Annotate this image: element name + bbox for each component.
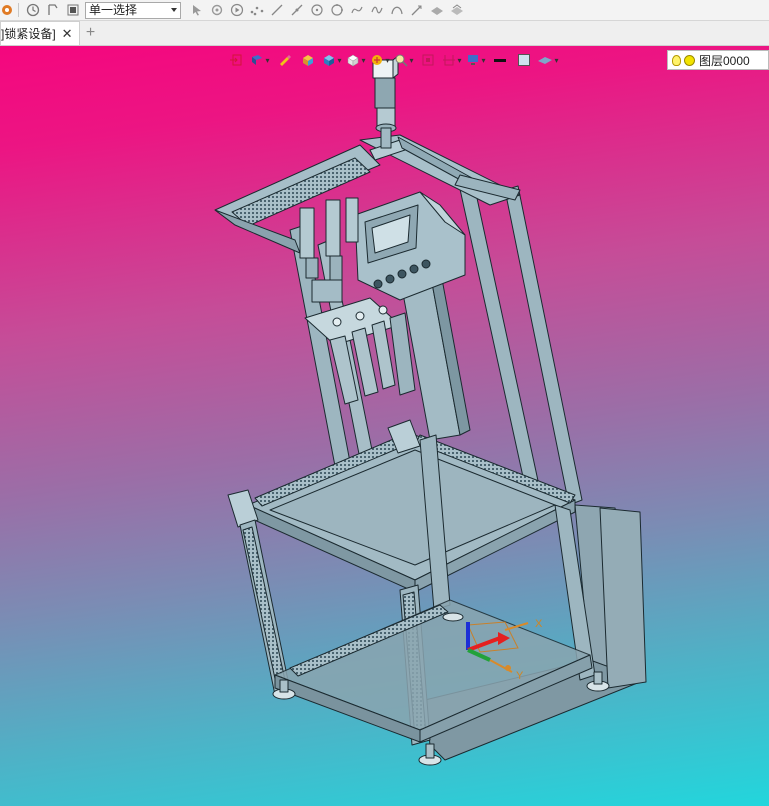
- circle-icon[interactable]: [327, 1, 347, 19]
- selection-mode-select[interactable]: 单一选择: [85, 1, 181, 19]
- app-icon[interactable]: [0, 1, 14, 19]
- main-toolbar: 单一选择: [0, 0, 769, 21]
- exit-icon[interactable]: [224, 51, 248, 69]
- view-toolbar: ▾ ▾ ▾ ▾ ▾ ▾ ▾ ▾: [224, 50, 560, 70]
- layer-sun-icon[interactable]: [684, 54, 695, 66]
- fill-color-icon[interactable]: [512, 51, 536, 69]
- view-orient-icon[interactable]: ▾: [248, 51, 272, 69]
- add-tab-button[interactable]: +: [80, 21, 102, 45]
- spline-icon[interactable]: [347, 1, 367, 19]
- layer-selector[interactable]: 图层0000: [667, 50, 769, 70]
- sun-filter-icon[interactable]: ▾: [368, 51, 392, 69]
- play-icon[interactable]: [227, 1, 247, 19]
- points-icon[interactable]: [247, 1, 267, 19]
- machine-model[interactable]: X Y: [0, 46, 769, 806]
- section-icon[interactable]: ▾: [440, 51, 464, 69]
- cube-white-icon[interactable]: ▾: [344, 51, 368, 69]
- pick-icon[interactable]: [207, 1, 227, 19]
- history-icon[interactable]: [23, 1, 43, 19]
- arc-icon[interactable]: [387, 1, 407, 19]
- document-tabbar: ]锁紧设备] ✕ +: [0, 21, 769, 46]
- surface-icon[interactable]: [427, 1, 447, 19]
- layer-name: 图层0000: [699, 53, 750, 68]
- stop-icon[interactable]: [63, 1, 83, 19]
- plane-icon[interactable]: ▾: [536, 51, 560, 69]
- toolbar-separator: [18, 3, 19, 17]
- selection-mode-value: 单一选择: [89, 2, 138, 17]
- cube-blue-icon[interactable]: ▾: [320, 51, 344, 69]
- surface-edit-icon[interactable]: [447, 1, 467, 19]
- arrow-line-icon[interactable]: [407, 1, 427, 19]
- curve-icon[interactable]: [367, 1, 387, 19]
- pointer-icon[interactable]: [187, 1, 207, 19]
- triad-x-label: X: [535, 618, 543, 630]
- pencil-icon[interactable]: [272, 51, 296, 69]
- 3d-viewport[interactable]: X Y ▾ ▾ ▾ ▾ ▾ ▾ ▾ ▾ 图层0000: [0, 46, 769, 806]
- display-icon[interactable]: ▾: [464, 51, 488, 69]
- zoom-icon[interactable]: ▾: [392, 51, 416, 69]
- line-tool-icon[interactable]: [287, 1, 307, 19]
- triad-y-label: Y: [516, 670, 524, 682]
- line-icon[interactable]: [267, 1, 287, 19]
- circle-center-icon[interactable]: [307, 1, 327, 19]
- filter-icon[interactable]: [43, 1, 63, 19]
- lightbulb-icon[interactable]: [672, 54, 681, 66]
- tab-label: ]锁紧设备]: [1, 27, 56, 41]
- chevron-down-icon: [171, 7, 177, 12]
- tab-document[interactable]: ]锁紧设备] ✕: [0, 21, 80, 45]
- line-color-icon[interactable]: [488, 51, 512, 69]
- close-icon[interactable]: ✕: [62, 26, 73, 42]
- cube-shade-icon[interactable]: [296, 51, 320, 69]
- fit-icon[interactable]: [416, 51, 440, 69]
